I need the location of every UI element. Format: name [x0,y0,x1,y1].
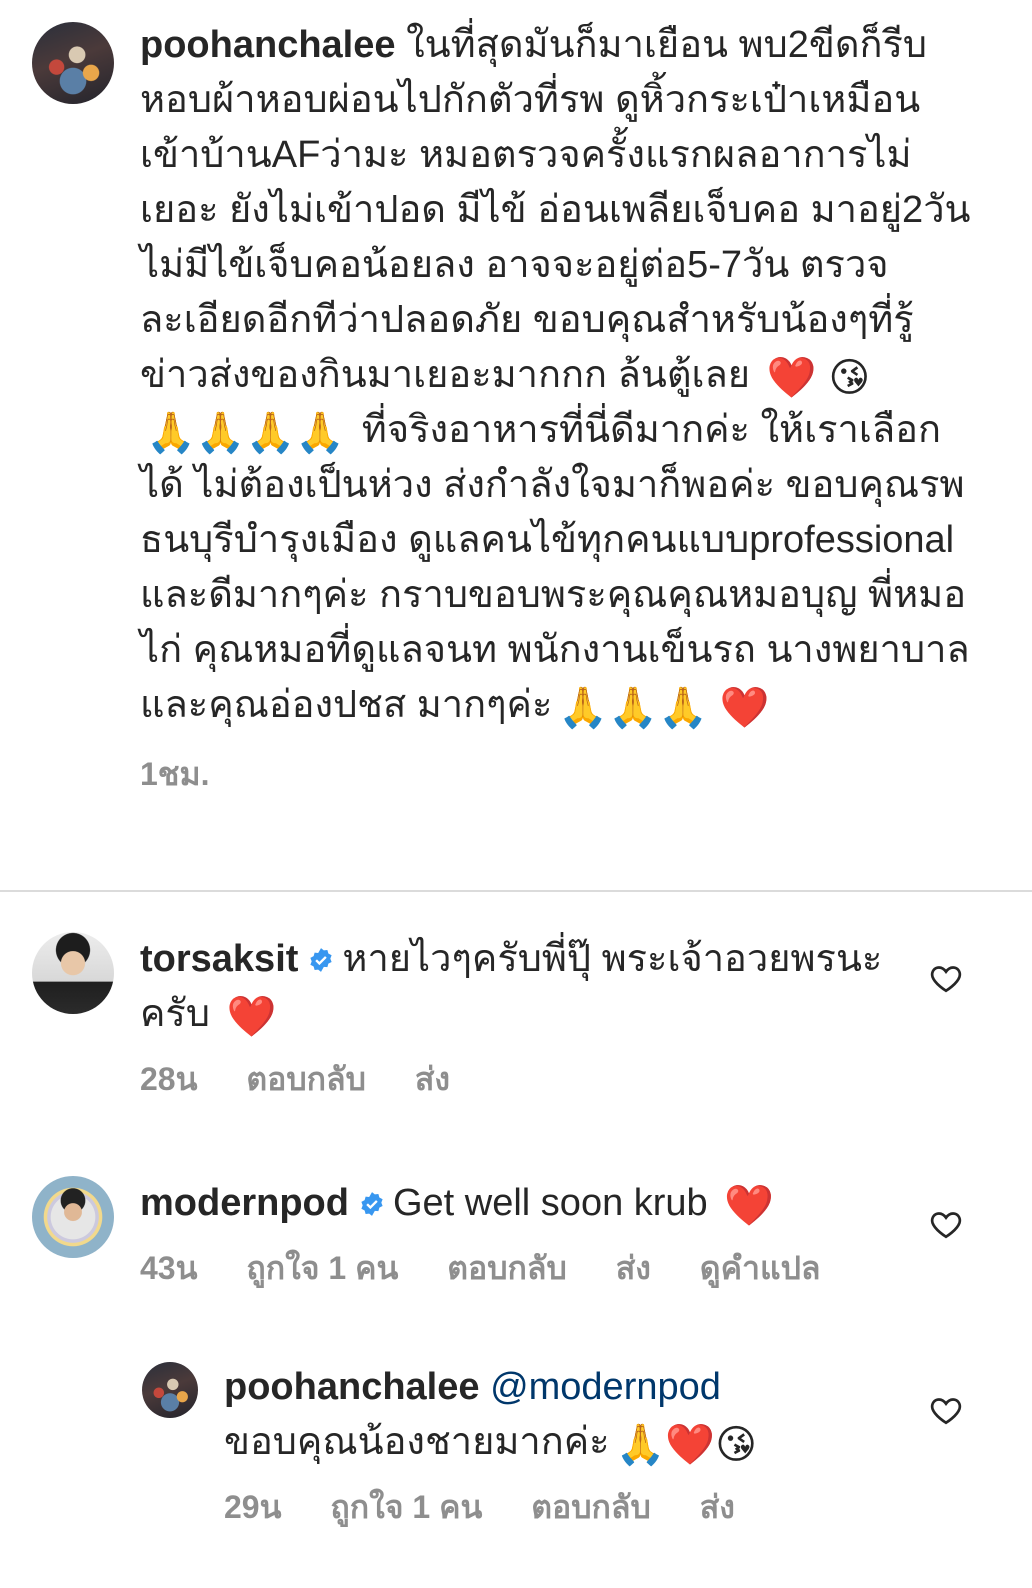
comment-body: modernpod Get well soon krub ❤️ 43น ถูกใจ… [140,1176,920,1296]
heart-outline-icon[interactable] [928,960,964,996]
comment-meta: 28น ตอบกลับ ส่ง [140,1052,920,1107]
heart-outline-icon[interactable] [928,1392,964,1428]
translate-button[interactable]: ดูคำแปล [700,1250,821,1286]
comment-username[interactable]: poohanchalee [224,1366,480,1408]
avatar[interactable] [32,22,114,104]
send-button[interactable]: ส่ง [415,1061,450,1097]
comment-item: modernpod Get well soon krub ❤️ 43น ถูกใจ… [32,1176,992,1296]
avatar[interactable] [32,1176,114,1258]
send-button[interactable]: ส่ง [616,1250,651,1286]
comment-item: torsaksit หายไวๆครับพี่ปุ๊ พระเจ้าอวยพรนะ… [32,932,992,1097]
reply-button[interactable]: ตอบกลับ [246,1061,366,1097]
caption-text: poohanchalee ในที่สุดมันก็มาเยือน พบ2ขีด… [140,18,980,802]
caption-text-part1: ในที่สุดมันก็มาเยือน พบ2ขีดก็รีบหอบผ้าหอ… [140,24,971,396]
comment-time: 43น [140,1250,198,1286]
caption-meta: 1ชม. [140,747,980,802]
comment-username[interactable]: torsaksit [140,938,298,980]
comment-text: Get well soon krub [392,1182,708,1224]
verified-badge-icon [310,948,333,972]
kiss-emoji: 😘 [828,356,871,400]
caption-text-part2: ที่จริงอาหารที่นี่ดีมากค่ะ ให้เราเลือกได… [140,409,970,726]
divider [0,890,1032,892]
comment-text: ขอบคุณน้องชายมากค่ะ [224,1421,610,1463]
comment-meta: 29น ถูกใจ 1 คน ตอบกลับ ส่ง [224,1480,864,1535]
comment-time: 28น [140,1061,198,1097]
reply-item: poohanchalee @modernpod ขอบคุณน้องชายมาก… [142,1360,992,1530]
heart-emoji: ❤️ [724,1184,775,1228]
caption-time: 1ชม. [140,756,210,792]
caption-username[interactable]: poohanchalee [140,24,396,66]
comment-time: 29น [224,1489,282,1525]
avatar[interactable] [32,932,114,1014]
heart-emoji: ❤️ [719,686,770,730]
comment-username[interactable]: modernpod [140,1182,349,1224]
reply-button[interactable]: ตอบกลับ [447,1250,567,1286]
heart-emoji: ❤️ [766,356,817,400]
likes-count[interactable]: ถูกใจ 1 คน [246,1250,398,1286]
emoji-group: 🙏❤️😘 [615,1423,757,1467]
likes-count[interactable]: ถูกใจ 1 คน [330,1489,482,1525]
heart-outline-icon[interactable] [928,1206,964,1242]
pray-emoji: 🙏🙏🙏 [558,686,708,730]
send-button[interactable]: ส่ง [700,1489,735,1525]
comment-body: poohanchalee @modernpod ขอบคุณน้องชายมาก… [224,1360,864,1535]
comment-meta: 43น ถูกใจ 1 คน ตอบกลับ ส่ง ดูคำแปล [140,1241,920,1296]
verified-badge-icon [361,1192,383,1216]
pray-emoji: 🙏🙏🙏🙏 [146,411,346,455]
comment-body: torsaksit หายไวๆครับพี่ปุ๊ พระเจ้าอวยพรนะ… [140,932,920,1107]
heart-emoji: ❤️ [226,995,277,1039]
reply-button[interactable]: ตอบกลับ [531,1489,651,1525]
avatar[interactable] [142,1362,198,1418]
mention-link[interactable]: @modernpod [490,1366,721,1408]
